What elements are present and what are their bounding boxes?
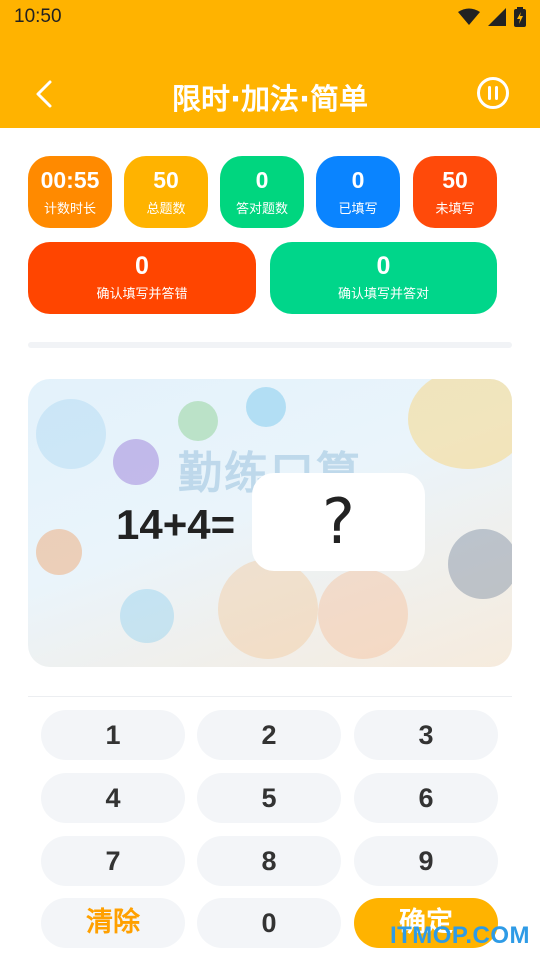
stat-label: 计数时长 bbox=[43, 202, 96, 217]
stat-value: 50 bbox=[153, 167, 179, 193]
key-9[interactable]: 9 bbox=[354, 836, 498, 886]
key-4[interactable]: 4 bbox=[41, 773, 185, 823]
stat-value: 0 bbox=[135, 252, 149, 280]
key-5[interactable]: 5 bbox=[197, 773, 341, 823]
screen-decoration bbox=[448, 529, 512, 599]
stat-value: 0 bbox=[376, 252, 391, 280]
key-0[interactable]: 0 bbox=[197, 898, 341, 948]
battery-icon bbox=[514, 7, 526, 27]
stat-label: 总题数 bbox=[146, 202, 186, 217]
question-card: 勤练口算 14+4= ? bbox=[28, 379, 512, 667]
question-text: 14+4= bbox=[116, 501, 236, 548]
status-time: 10:50 bbox=[14, 6, 62, 27]
stat-value: 0 bbox=[255, 167, 269, 193]
divider bbox=[28, 696, 512, 697]
stat-label: 答对题数 bbox=[235, 202, 288, 217]
stat-unfilled-count: 50 未填写 bbox=[413, 156, 497, 228]
child-figure-decoration bbox=[318, 569, 408, 659]
bubble-decoration bbox=[408, 379, 512, 469]
app-header: 限时·加法·简单 bbox=[0, 36, 540, 128]
bubble-decoration bbox=[36, 529, 82, 575]
stat-filled-count: 0 已填写 bbox=[316, 156, 400, 228]
bubble-decoration bbox=[113, 439, 159, 485]
bubble-decoration bbox=[178, 401, 218, 441]
stat-label: 确认填写并答错 bbox=[96, 287, 188, 302]
key-7[interactable]: 7 bbox=[41, 836, 185, 886]
key-3[interactable]: 3 bbox=[354, 710, 498, 760]
stat-label: 未填写 bbox=[435, 202, 475, 217]
bubble-decoration bbox=[246, 387, 286, 427]
key-2[interactable]: 2 bbox=[197, 710, 341, 760]
stat-confirmed-correct: 0 确认填写并答对 bbox=[270, 242, 497, 314]
stat-label: 已填写 bbox=[338, 202, 378, 217]
stat-value: 50 bbox=[442, 167, 468, 193]
pause-icon bbox=[477, 77, 509, 109]
bubble-decoration bbox=[36, 399, 106, 469]
stat-value: 0 bbox=[351, 167, 365, 193]
stat-value: 00:55 bbox=[40, 167, 100, 193]
stat-total-questions: 50 总题数 bbox=[124, 156, 208, 228]
key-1[interactable]: 1 bbox=[41, 710, 185, 760]
watermark: ITMOP.COM bbox=[389, 922, 530, 949]
key-6[interactable]: 6 bbox=[354, 773, 498, 823]
key-8[interactable]: 8 bbox=[197, 836, 341, 886]
signal-icon bbox=[488, 8, 506, 26]
clear-button[interactable]: 清除 bbox=[41, 898, 185, 948]
divider bbox=[28, 342, 512, 348]
status-icons bbox=[458, 7, 526, 27]
answer-input[interactable]: ? bbox=[252, 473, 425, 571]
stat-elapsed-time: 00:55 计数时长 bbox=[28, 156, 112, 228]
bubble-decoration bbox=[120, 589, 174, 643]
child-figure-decoration bbox=[218, 559, 318, 659]
stat-correct-count: 0 答对题数 bbox=[220, 156, 304, 228]
status-bar: 10:50 bbox=[0, 0, 540, 36]
stat-label: 确认填写并答对 bbox=[337, 287, 429, 302]
page-title: 限时·加法·简单 bbox=[171, 82, 369, 116]
pause-button[interactable] bbox=[476, 76, 510, 110]
wifi-icon bbox=[458, 8, 480, 25]
stat-confirmed-wrong: 0 确认填写并答错 bbox=[28, 242, 256, 314]
